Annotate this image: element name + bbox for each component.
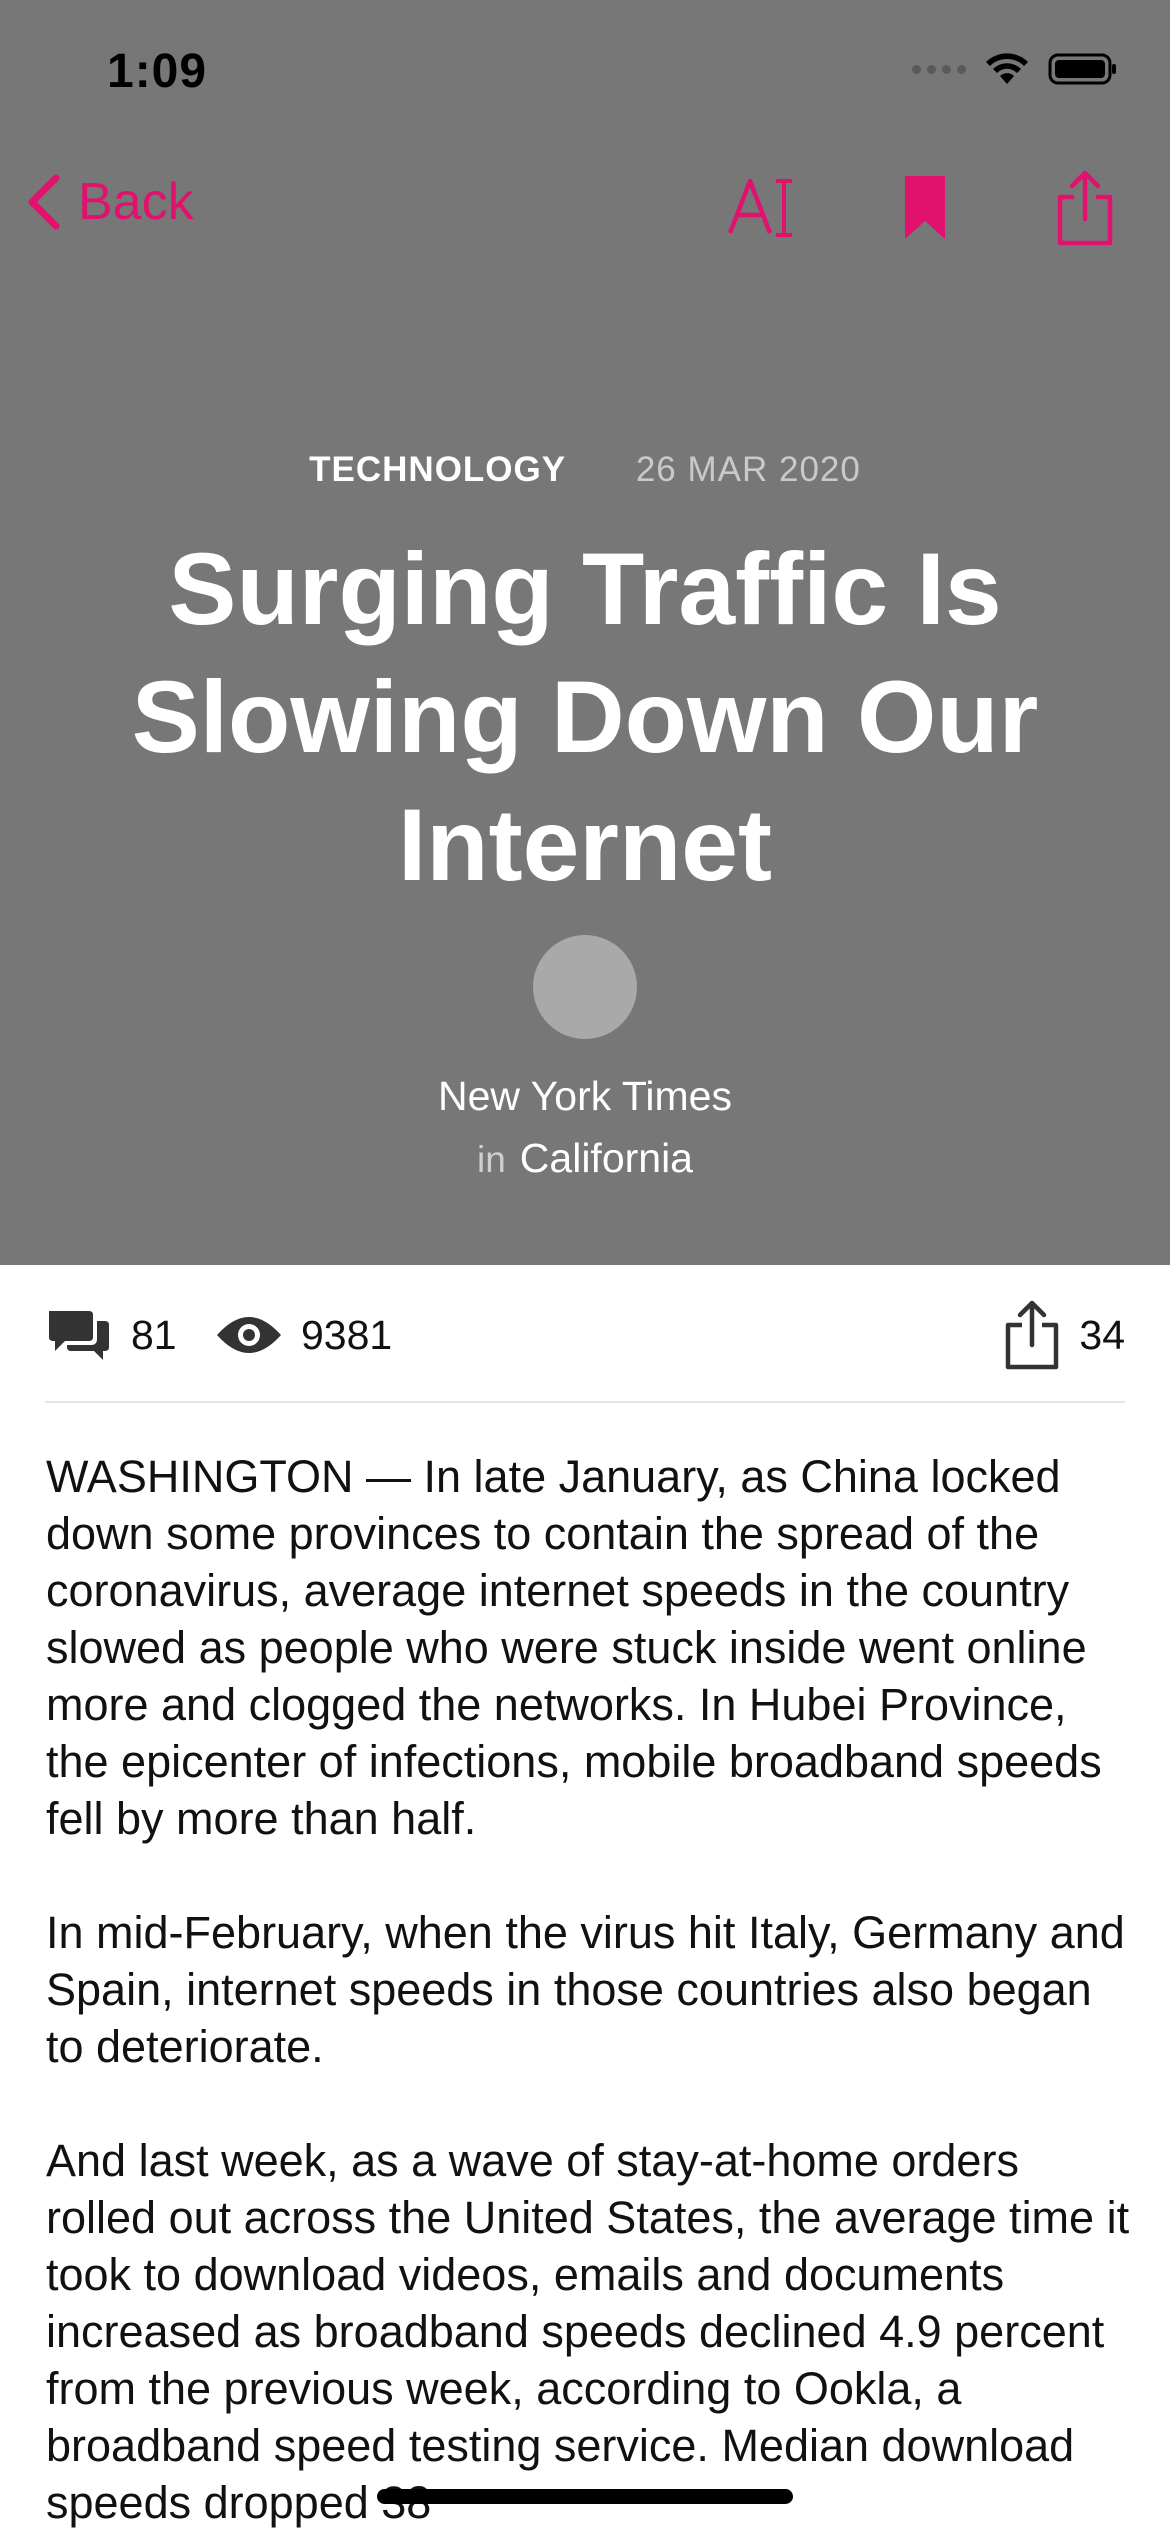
- article-meta: TECHNOLOGY 26 MAR 2020: [0, 450, 1170, 490]
- share-icon: [1006, 1300, 1059, 1370]
- status-time: 1:09: [107, 45, 208, 98]
- article-stats: 81 9381 34: [45, 1290, 1125, 1380]
- author-avatar[interactable]: [533, 935, 637, 1039]
- comments-button[interactable]: 81: [45, 1290, 177, 1380]
- home-indicator[interactable]: [377, 2489, 793, 2504]
- article-body: WASHINGTON — In late January, as China l…: [46, 1448, 1136, 2532]
- navigation-bar: Back: [0, 160, 1170, 260]
- stats-divider: [45, 1401, 1125, 1403]
- share-icon: [1057, 170, 1113, 246]
- share-count-button[interactable]: 34: [1003, 1290, 1125, 1380]
- article-screen: 1:09 Back TECHNOLOGY 26 MAR 2020 Surging…: [0, 0, 1170, 2532]
- eye-icon: [217, 1317, 281, 1353]
- cellular-signal-icon: [912, 64, 966, 74]
- article-paragraph: In mid-February, when the virus hit Ital…: [46, 1907, 1125, 2072]
- comments-icon: [49, 1311, 109, 1360]
- comments-count: 81: [131, 1311, 177, 1358]
- text-size-button[interactable]: [722, 168, 802, 248]
- publish-date: 26 MAR 2020: [635, 450, 861, 489]
- views-stat: 9381: [215, 1290, 392, 1380]
- article-hero: 1:09 Back TECHNOLOGY 26 MAR 2020 Surging…: [0, 0, 1170, 1265]
- chevron-left-icon: [28, 174, 60, 230]
- shares-count: 34: [1079, 1311, 1125, 1358]
- article-paragraph: WASHINGTON — In late January, as China l…: [46, 1451, 1102, 1844]
- battery-icon: [1048, 53, 1116, 85]
- share-button[interactable]: [1045, 168, 1125, 248]
- article-title: Surging Traffic Is Slowing Down Our Inte…: [131, 532, 1039, 902]
- category-label[interactable]: TECHNOLOGY: [309, 450, 566, 489]
- author-location: in California: [0, 1135, 1170, 1182]
- location-name: California: [519, 1135, 693, 1181]
- status-bar: 1:09: [0, 0, 1170, 140]
- views-count: 9381: [301, 1311, 393, 1358]
- back-button[interactable]: Back: [24, 172, 194, 232]
- status-icons: [912, 52, 1118, 86]
- bookmark-button[interactable]: [885, 168, 965, 248]
- text-size-icon: [727, 178, 792, 237]
- author-name[interactable]: New York Times: [0, 1073, 1170, 1120]
- bookmark-icon: [905, 176, 945, 239]
- article-paragraph: And last week, as a wave of stay-at-home…: [46, 2135, 1130, 2528]
- location-prefix: in: [476, 1139, 506, 1180]
- back-button-label: Back: [78, 173, 194, 231]
- wifi-icon: [986, 53, 1028, 84]
